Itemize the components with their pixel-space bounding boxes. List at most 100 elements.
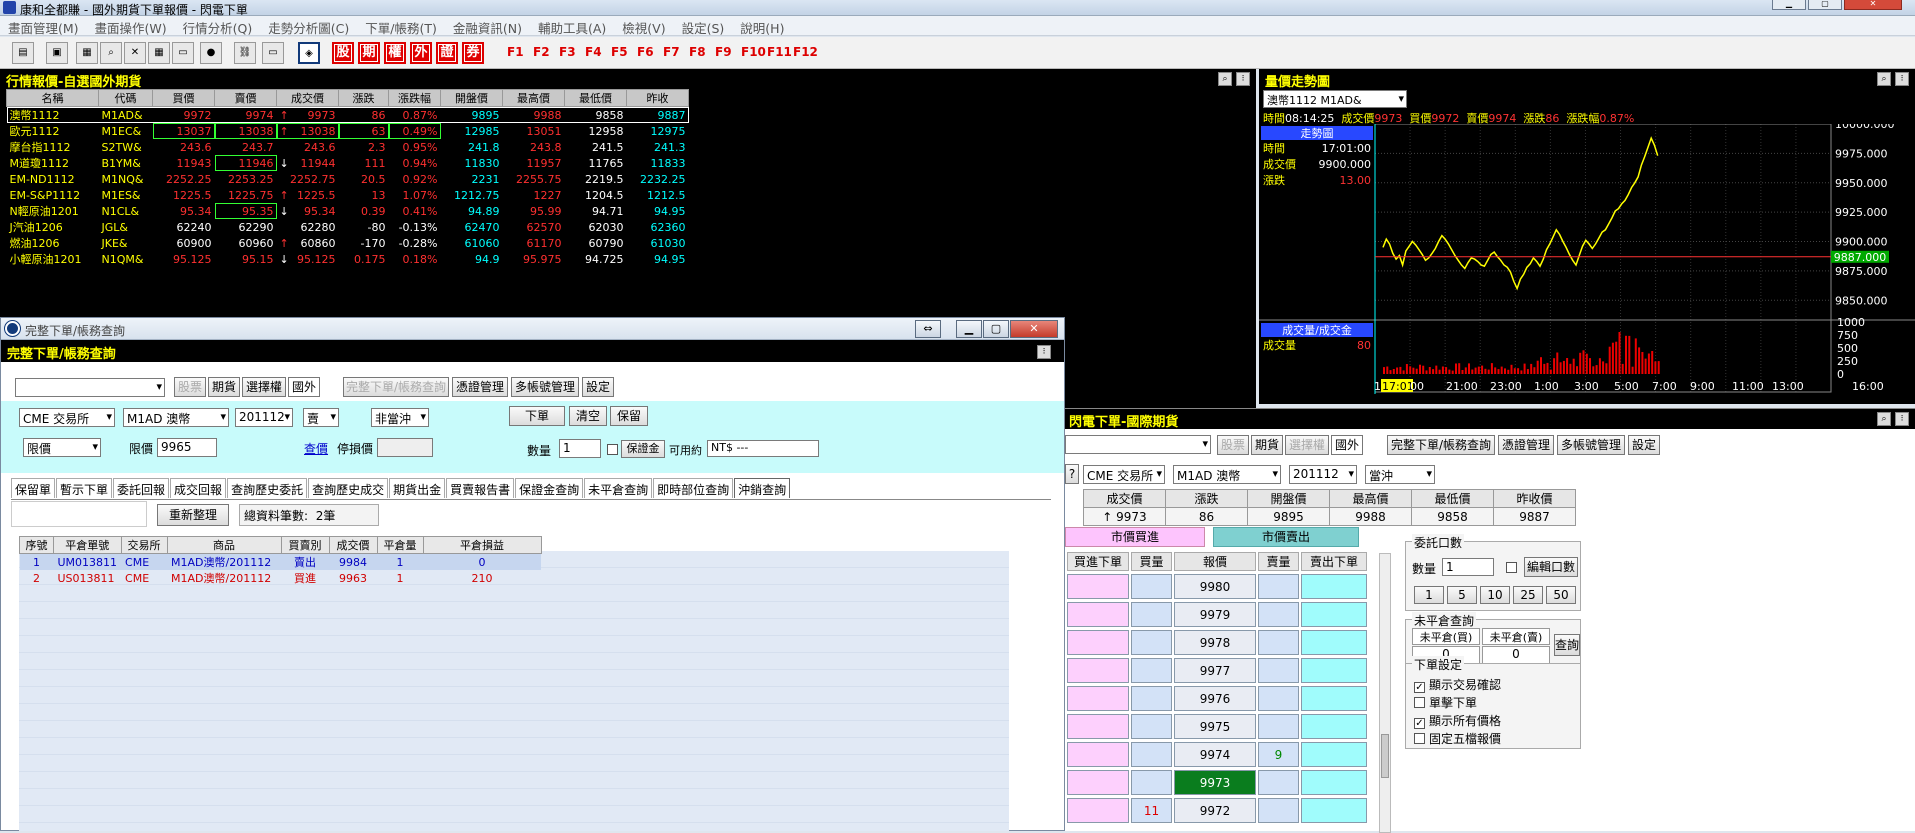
bid-qty-cell[interactable] bbox=[1131, 630, 1172, 655]
tab-fill-report[interactable]: 成交回報 bbox=[170, 478, 227, 498]
setting-item[interactable]: ✓ 顯示所有價格 bbox=[1414, 712, 1501, 730]
sell-order-cell[interactable] bbox=[1301, 602, 1367, 627]
bid-qty-cell[interactable] bbox=[1131, 658, 1172, 683]
intl-settings-button[interactable]: 設定 bbox=[1628, 435, 1660, 455]
options-button[interactable]: 權 bbox=[384, 42, 406, 64]
offset-select[interactable]: 非當沖 bbox=[371, 408, 429, 427]
bid-qty-cell[interactable] bbox=[1131, 714, 1172, 739]
setting-checkbox[interactable]: ✓ bbox=[1414, 718, 1425, 729]
f4-key[interactable]: F4 bbox=[585, 45, 602, 59]
sell-order-cell[interactable] bbox=[1301, 714, 1367, 739]
stock-button[interactable]: 股 bbox=[332, 42, 354, 64]
price-cell[interactable]: 9976 bbox=[1174, 686, 1256, 711]
table-row[interactable]: 1 UM013811 CME M1AD澳幣/201112 賣出 9984 1 0 bbox=[19, 553, 542, 570]
close-icon[interactable]: ✕ bbox=[1844, 0, 1902, 10]
position-query-button[interactable]: 查詢 bbox=[1554, 634, 1580, 656]
intl-month-select[interactable]: 201112 bbox=[1289, 465, 1357, 484]
price-cell[interactable]: 9975 bbox=[1174, 714, 1256, 739]
lot-10-button[interactable]: 10 bbox=[1480, 586, 1510, 604]
ladder-row[interactable]: 11 9972 bbox=[1067, 798, 1367, 823]
sell-order-cell[interactable] bbox=[1301, 658, 1367, 683]
month-select[interactable]: 201112 bbox=[235, 408, 293, 427]
multi-account-button[interactable]: 多帳號管理 bbox=[511, 377, 579, 397]
intl-stock-button[interactable]: 股票 bbox=[1217, 435, 1249, 455]
clear-button[interactable]: 清空 bbox=[569, 406, 607, 426]
search-icon[interactable]: ⌕ bbox=[100, 42, 122, 64]
product-select[interactable]: M1AD 澳幣 bbox=[123, 408, 229, 427]
f3-key[interactable]: F3 bbox=[559, 45, 576, 59]
chart-symbol-select[interactable]: 澳幣1112 M1AD& bbox=[1263, 90, 1407, 108]
f1-key[interactable]: F1 bbox=[507, 45, 524, 59]
account-select[interactable] bbox=[15, 378, 165, 397]
price-input[interactable]: 9965 bbox=[157, 438, 217, 457]
price-cell[interactable]: 9972 bbox=[1174, 798, 1256, 823]
refresh-button[interactable]: 重新整理 bbox=[157, 504, 229, 526]
margin-checkbox[interactable] bbox=[607, 444, 618, 455]
quote-row[interactable]: 澳幣1112 M1AD& 9972 9974 ↑ 9973 86 0.87% 9895 9988 9… bbox=[6, 106, 689, 123]
menu-trend-chart[interactable]: 走勢分析圖(C) bbox=[260, 16, 357, 37]
zoom-icon[interactable]: ⌕ bbox=[1218, 72, 1232, 86]
side-select[interactable]: 賣 bbox=[303, 408, 339, 427]
ask-qty-cell[interactable] bbox=[1258, 798, 1299, 823]
f12-key[interactable]: F12 bbox=[793, 45, 818, 59]
ask-qty-cell[interactable]: 9 bbox=[1258, 742, 1299, 767]
ladder-row[interactable]: 9973 bbox=[1067, 770, 1367, 795]
ask-qty-cell[interactable] bbox=[1258, 714, 1299, 739]
stock-tab-button[interactable]: 股票 bbox=[174, 377, 206, 397]
place-order-button[interactable]: 下單 bbox=[509, 406, 565, 426]
bid-qty-cell[interactable] bbox=[1131, 742, 1172, 767]
menu-help[interactable]: 說明(H) bbox=[732, 16, 792, 37]
window-icon[interactable]: ▣ bbox=[46, 42, 68, 64]
cert-manage-button[interactable]: 憑證管理 bbox=[452, 377, 508, 397]
exchange-select[interactable]: CME 交易所 bbox=[19, 408, 115, 427]
futures-tab-button[interactable]: 期貨 bbox=[208, 377, 240, 397]
tab-realtime-position[interactable]: 即時部位查詢 bbox=[653, 478, 734, 498]
coin-icon[interactable]: ● bbox=[200, 42, 222, 64]
intl-zoom-icon[interactable]: ⌕ bbox=[1877, 412, 1891, 426]
f9-key[interactable]: F9 bbox=[715, 45, 732, 59]
ask-qty-cell[interactable] bbox=[1258, 770, 1299, 795]
quote-row[interactable]: J汽油1206 JGL& 62240 62290 62280 -80 -0.13% 62470… bbox=[7, 219, 689, 235]
quote-row[interactable]: 小輕原油1201 N1QM& 95.125 95.15 ↓ 95.125 0.175 0.18… bbox=[7, 251, 689, 267]
link-icon[interactable]: ⛓ bbox=[234, 42, 256, 64]
price-type-select[interactable]: 限價 bbox=[23, 438, 101, 457]
f10-key[interactable]: F10 bbox=[741, 45, 766, 59]
brokerage-button[interactable]: 券 bbox=[462, 42, 484, 64]
tab-temp-orders[interactable]: 暫示下單 bbox=[56, 478, 113, 498]
qty-input[interactable]: 1 bbox=[559, 439, 601, 458]
monitor-icon[interactable]: ▭ bbox=[262, 42, 284, 64]
maximize-icon[interactable]: ▢ bbox=[1808, 0, 1842, 10]
layout-icon[interactable]: ▤ bbox=[12, 42, 34, 64]
lot-input[interactable]: 1 bbox=[1442, 558, 1494, 576]
order-close-icon[interactable]: ✕ bbox=[1010, 320, 1058, 338]
ladder-row[interactable]: 9978 bbox=[1067, 630, 1367, 655]
intl-exchange-select[interactable]: CME 交易所 bbox=[1083, 465, 1165, 484]
minimize-icon[interactable]: ▁ bbox=[1772, 0, 1806, 10]
bid-qty-cell[interactable] bbox=[1131, 686, 1172, 711]
ask-qty-cell[interactable] bbox=[1258, 686, 1299, 711]
ladder-row[interactable]: 9974 9 bbox=[1067, 742, 1367, 767]
menu-settings[interactable]: 設定(S) bbox=[674, 16, 733, 37]
f5-key[interactable]: F5 bbox=[611, 45, 628, 59]
price-cell[interactable]: 9974 bbox=[1174, 742, 1256, 767]
chart-zoom-icon[interactable]: ⌕ bbox=[1877, 72, 1891, 86]
intl-account-select[interactable] bbox=[1065, 435, 1211, 454]
setting-item[interactable]: 固定五檔報價 bbox=[1414, 730, 1501, 748]
tab-fill-history[interactable]: 查詢歷史成交 bbox=[308, 478, 389, 498]
logo-icon[interactable]: ◈ bbox=[298, 42, 320, 64]
tab-saved-orders[interactable]: 保留單 bbox=[11, 478, 56, 498]
order-minimize-icon[interactable]: ▁ bbox=[956, 320, 982, 338]
intl-nav-icon[interactable]: ? bbox=[1065, 464, 1079, 484]
intl-multi-account-button[interactable]: 多帳號管理 bbox=[1557, 435, 1625, 455]
buy-order-cell[interactable] bbox=[1067, 742, 1129, 767]
quote-row[interactable]: 燃油1206 JKE& 60900 60960 ↑ 60860 -170 -0.28% 6106… bbox=[7, 235, 689, 251]
sell-order-cell[interactable] bbox=[1301, 742, 1367, 767]
intl-cert-button[interactable]: 憑證管理 bbox=[1498, 435, 1554, 455]
ask-qty-cell[interactable] bbox=[1258, 602, 1299, 627]
dock-icon[interactable]: ⇔ bbox=[915, 320, 941, 338]
buy-order-cell[interactable] bbox=[1067, 714, 1129, 739]
menu-tools[interactable]: 輔助工具(A) bbox=[530, 16, 614, 37]
quote-row[interactable]: 歐元1112 M1EC& 13037 13038 ↑ 13038 63 0.49% 12985 1… bbox=[7, 123, 689, 139]
buy-order-cell[interactable] bbox=[1067, 686, 1129, 711]
market-sell-button[interactable]: 市價賣出 bbox=[1213, 527, 1359, 547]
